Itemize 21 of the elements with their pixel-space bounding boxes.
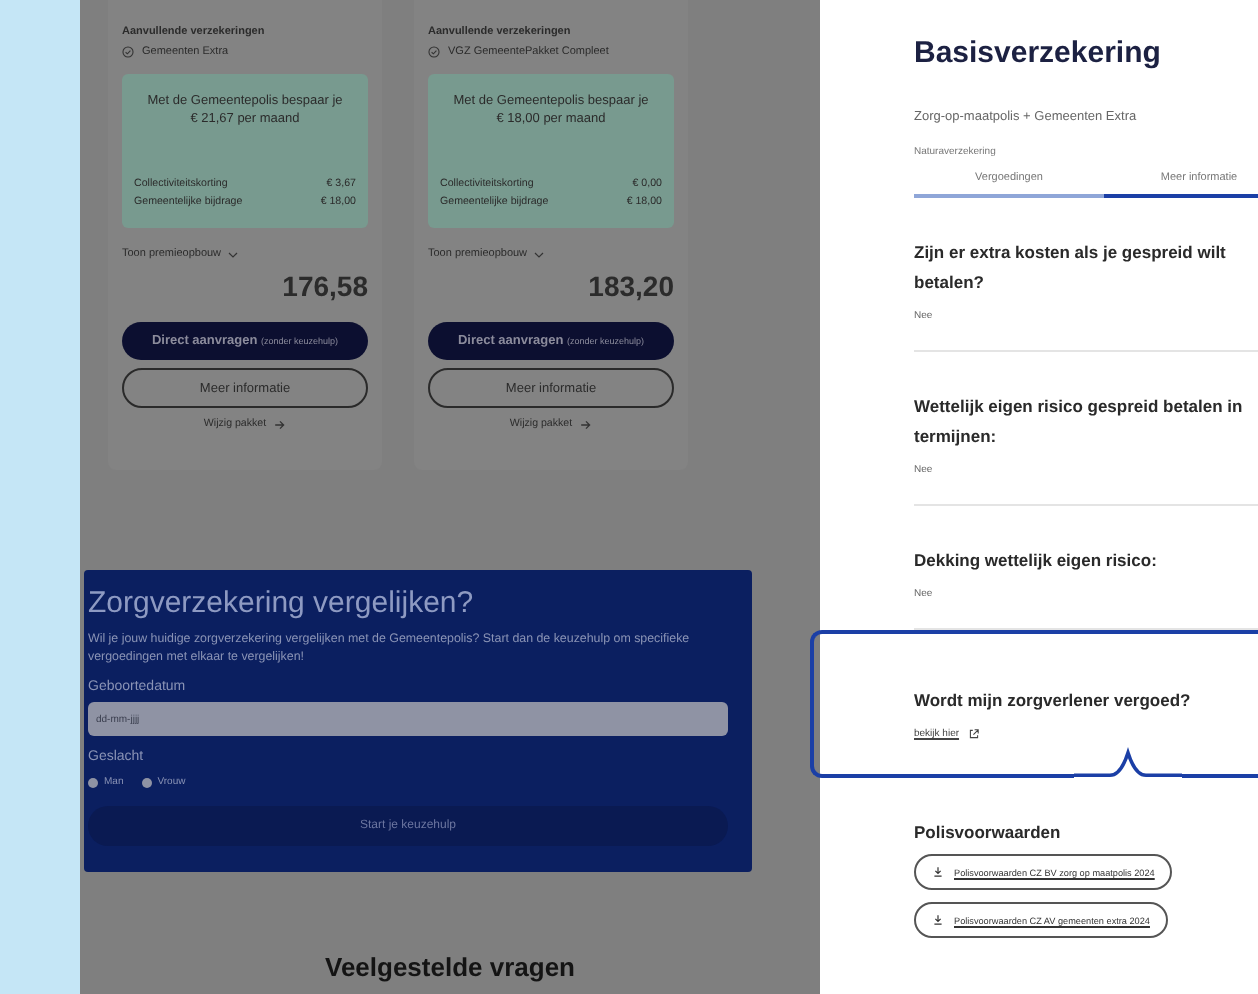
price: 183,20 — [588, 270, 674, 302]
documents-title: Polisvoorwaarden — [914, 822, 1063, 842]
question: Wordt mijn zorgverlener vergoed? — [914, 688, 1193, 714]
price: 176,58 — [282, 270, 368, 302]
arrow-right-icon — [580, 419, 593, 429]
download-icon — [932, 866, 944, 878]
faq-heading: Veelgestelde vragen — [324, 952, 575, 982]
download-icon — [932, 914, 944, 926]
question: Zijn er extra kosten als je gespreid wilt betalen? — [914, 240, 1228, 296]
radio-button[interactable] — [141, 777, 152, 787]
panel-title: Basisverzekering — [914, 36, 1163, 70]
chevron-down-icon[interactable] — [533, 251, 544, 257]
check-circle-icon — [428, 46, 440, 58]
external-link-icon[interactable] — [967, 728, 980, 740]
question: Dekking wettelijk eigen risico: — [914, 548, 1159, 574]
question: Wettelijk eigen risico gespreid betalen in termijnen: — [914, 394, 1245, 450]
check-circle-icon — [122, 46, 134, 58]
compare-title: Zorgverzekering vergelijken? — [88, 586, 476, 620]
arrow-right-icon — [274, 419, 287, 429]
chevron-down-icon[interactable] — [227, 251, 238, 257]
radio-button[interactable] — [88, 777, 98, 787]
